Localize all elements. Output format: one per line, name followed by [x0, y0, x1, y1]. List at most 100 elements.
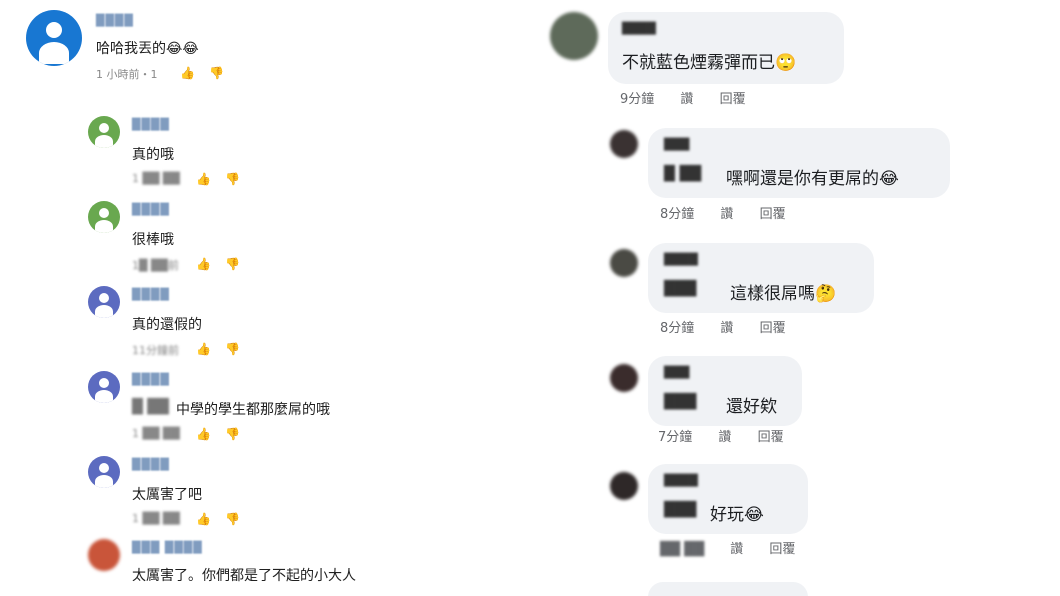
commenter-name[interactable]: ████ [622, 22, 656, 35]
commenter-name[interactable]: ████ [132, 458, 170, 471]
mentioned-user[interactable]: █ ██ [664, 166, 701, 182]
comment-actions: 9分鐘 讚 回覆 [620, 88, 746, 107]
commenter-name[interactable]: ████ [664, 253, 698, 266]
timestamp[interactable]: 8分鐘 [660, 317, 694, 336]
thumbs-up-icon[interactable] [196, 512, 211, 526]
commenter-name[interactable]: ████ [664, 474, 698, 487]
commenter-name[interactable]: ████ [132, 203, 170, 216]
comment-text: 不就藍色煙霧彈而已🙄 [622, 53, 797, 73]
commenter-name[interactable]: ███ [664, 138, 689, 151]
avatar[interactable] [610, 472, 638, 500]
reply-button[interactable]: 回覆 [758, 426, 784, 445]
reply-comment: ████ ███ 這樣很屌嗎🤔 8分鐘 讚 回覆 [540, 235, 1060, 345]
avatar[interactable] [88, 539, 120, 571]
avatar[interactable] [88, 371, 120, 403]
commenter-name[interactable]: ███ ████ [132, 541, 203, 554]
thumbs-up-icon[interactable] [196, 342, 211, 356]
commenter-name[interactable]: ████ [96, 14, 134, 27]
avatar[interactable] [550, 12, 598, 60]
vote-icons [196, 257, 254, 271]
comment-meta: 1 ██ ██ [132, 427, 180, 440]
comment-actions: 7分鐘 讚 回覆 [658, 426, 784, 445]
facebook-comment-thread: ████ 不就藍色煙霧彈而已🙄 9分鐘 讚 回覆 ███ █ ██ 嘿啊還是你有… [540, 0, 1060, 596]
reply-comment: ████ 很棒哦 1█ ██前 [0, 195, 520, 275]
avatar[interactable] [26, 10, 82, 66]
vote-icons [180, 66, 238, 80]
comment-actions: ██ ██ 讚 回覆 [660, 538, 795, 557]
comment-text: 還好欸 [726, 397, 777, 417]
avatar[interactable] [610, 130, 638, 158]
reply-comment: ████ 真的哦 1 ██ ██ [0, 110, 520, 190]
timestamp[interactable]: 7分鐘 [658, 426, 692, 445]
comment-bubble: ████ ███ 這樣很屌嗎🤔 [648, 243, 874, 313]
reply-button[interactable]: 回覆 [720, 88, 746, 107]
comment: ████ 不就藍色煙霧彈而已🙄 9分鐘 讚 回覆 [540, 0, 1060, 115]
thumbs-up-icon[interactable] [180, 66, 195, 80]
comment-bubble: ███ █ ██ 嘿啊還是你有更屌的😂 [648, 128, 950, 198]
comment-text: 真的哦 [132, 147, 174, 163]
reply-comment: ████ 太厲害了吧 1 ██ ██ [0, 450, 520, 530]
comment-text: 嘿啊還是你有更屌的😂 [726, 169, 899, 189]
comment-text: 真的還假的 [132, 317, 202, 333]
comment-meta: 11分鐘前 [132, 344, 179, 357]
avatar[interactable] [88, 116, 120, 148]
comment-text: 很棒哦 [132, 232, 174, 248]
mentioned-user[interactable]: ███ [664, 502, 696, 518]
commenter-name[interactable]: ████ [132, 373, 170, 386]
timestamp[interactable]: 8分鐘 [660, 203, 694, 222]
vote-icons [196, 427, 254, 441]
comment-text: 太厲害了。你們都是了不起的小大人 [132, 568, 356, 584]
comment-bubble: ███ ███ 還好欸 [648, 356, 802, 426]
comment-bubble: ████ 不就藍色煙霧彈而已🙄 [608, 12, 844, 84]
reply-button[interactable]: 回覆 [760, 317, 786, 336]
avatar[interactable] [88, 201, 120, 233]
top-level-comment: ████ 哈哈我丟的😂😂 1 小時前・1 [0, 0, 520, 90]
youtube-comment-thread: ████ 哈哈我丟的😂😂 1 小時前・1 ████ 真的哦 1 ██ ██ ██… [0, 0, 520, 596]
timestamp[interactable]: 9分鐘 [620, 88, 654, 107]
comment-meta: 1█ ██前 [132, 259, 179, 272]
comment-bubble [648, 582, 808, 596]
timestamp[interactable]: ██ ██ [660, 542, 704, 557]
avatar[interactable] [88, 456, 120, 488]
thumbs-up-icon[interactable] [196, 427, 211, 441]
reply-button[interactable]: 回覆 [760, 203, 786, 222]
reply-comment: ███ ████ 太厲害了。你們都是了不起的小大人 [0, 535, 520, 596]
avatar[interactable] [88, 286, 120, 318]
mentioned-user[interactable]: ███ [664, 394, 696, 410]
vote-icons [196, 512, 254, 526]
comment-text: 哈哈我丟的😂😂 [96, 41, 199, 57]
avatar[interactable] [610, 249, 638, 277]
vote-icons [196, 172, 254, 186]
reply-comment: ████ ███ 好玩😂 ██ ██ 讚 回覆 [540, 460, 1060, 570]
like-button[interactable]: 讚 [730, 538, 743, 557]
like-button[interactable]: 讚 [720, 203, 733, 222]
commenter-name[interactable]: ████ [132, 118, 170, 131]
thumbs-down-icon[interactable] [225, 257, 240, 271]
comment-text: 這樣很屌嗎🤔 [730, 284, 837, 304]
thumbs-up-icon[interactable] [196, 257, 211, 271]
comment-text: 太厲害了吧 [132, 487, 202, 503]
like-button[interactable]: 讚 [718, 426, 731, 445]
like-button[interactable]: 讚 [680, 88, 693, 107]
comment-actions: 8分鐘 讚 回覆 [660, 203, 786, 222]
thumbs-down-icon[interactable] [225, 342, 240, 356]
avatar[interactable] [610, 364, 638, 392]
thumbs-down-icon[interactable] [209, 66, 224, 80]
reply-comment: ████ █ ██ 中學的學生都那麼屌的哦 1 ██ ██ [0, 365, 520, 445]
reply-comment: ███ ███ 還好欸 7分鐘 讚 回覆 [540, 350, 1060, 455]
commenter-name[interactable]: ████ [132, 288, 170, 301]
thumbs-down-icon[interactable] [225, 512, 240, 526]
reply-button[interactable]: 回覆 [769, 538, 795, 557]
commenter-name[interactable]: ███ [664, 366, 689, 379]
mentioned-user[interactable]: ███ [664, 281, 696, 297]
thumbs-up-icon[interactable] [196, 172, 211, 186]
thumbs-down-icon[interactable] [225, 427, 240, 441]
thumbs-down-icon[interactable] [225, 172, 240, 186]
redacted-mention: █ ██ [132, 399, 169, 415]
vote-icons [196, 342, 254, 356]
comment-actions: 8分鐘 讚 回覆 [660, 317, 786, 336]
like-button[interactable]: 讚 [720, 317, 733, 336]
comment-text: 中學的學生都那麼屌的哦 [176, 402, 330, 418]
comment-text: 好玩😂 [710, 505, 764, 525]
comment-meta: 1 小時前・1 [96, 68, 158, 81]
